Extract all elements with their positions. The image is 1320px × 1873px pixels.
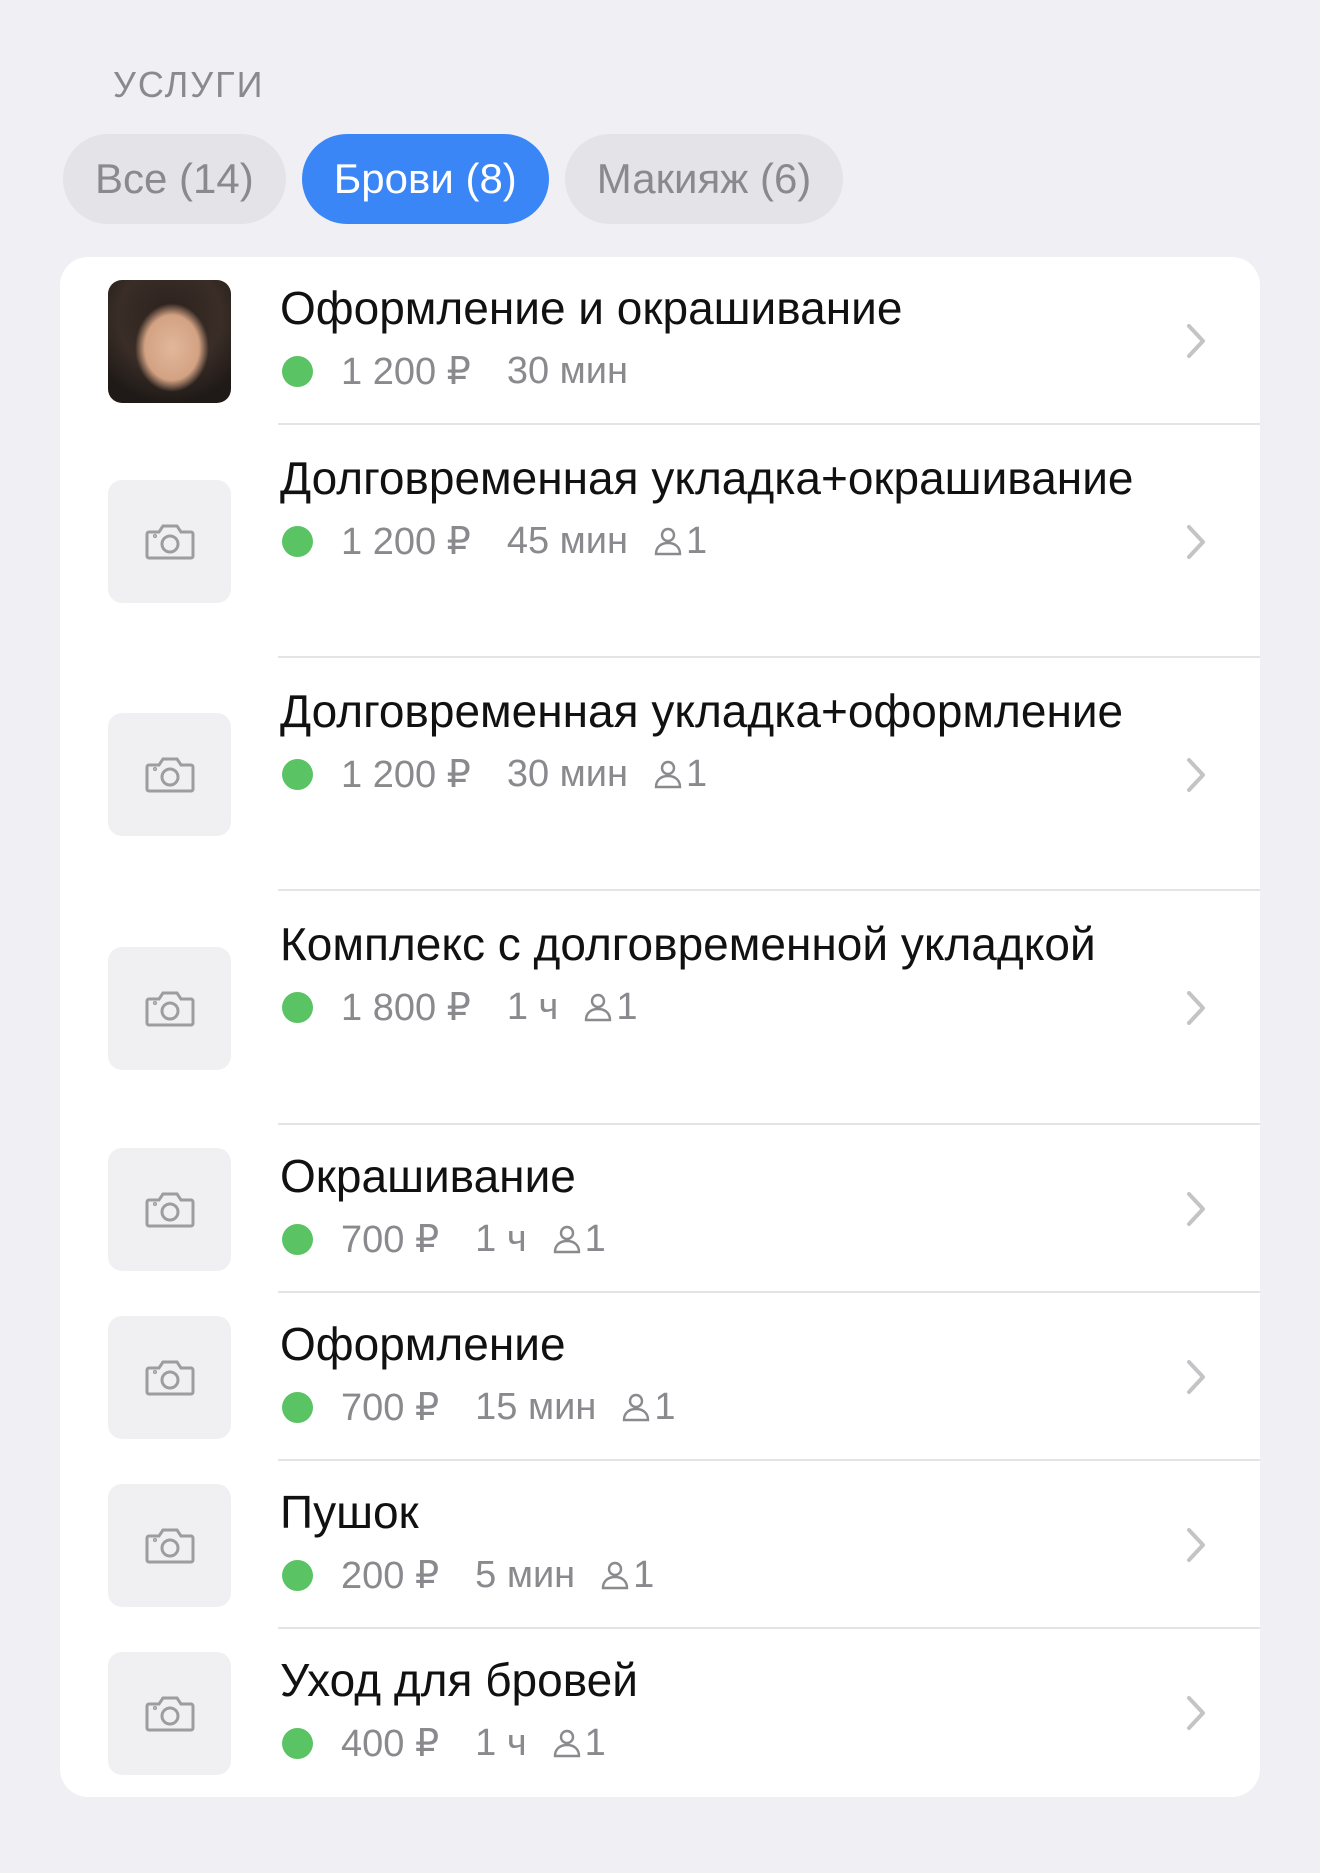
status-dot: [282, 1391, 313, 1423]
person-icon: [620, 1391, 654, 1423]
chevron-right-icon[interactable]: [1184, 988, 1208, 1028]
person-icon: [551, 1223, 585, 1255]
service-row[interactable]: Долговременная укладка+оформление 1 200 ₽…: [60, 658, 1260, 891]
staff-count-value: 1: [584, 1721, 606, 1764]
person-icon: [599, 1559, 633, 1591]
camera-icon[interactable]: [108, 1316, 231, 1439]
service-duration: 1 ч: [506, 985, 559, 1028]
service-title: Окрашивание: [280, 1150, 576, 1202]
category-tabs: Все (14) Брови (8) Макияж (6): [63, 134, 844, 224]
service-row[interactable]: Пушок 200 ₽ 5 мин 1: [60, 1461, 1260, 1629]
status-dot: [282, 355, 313, 387]
services-list: Оформление и окрашивание 1 200 ₽30 мин Дол…: [60, 257, 1260, 1797]
staff-count-value: 1: [686, 519, 708, 562]
service-title: Комплекс с долговременной укладкой: [280, 918, 1096, 970]
chevron-right-icon[interactable]: [1184, 522, 1208, 562]
status-dot: [282, 1727, 313, 1759]
service-price: 1 200 ₽: [341, 753, 471, 796]
service-meta: 700 ₽ 1 ч 1: [280, 1213, 1190, 1265]
service-price: 400 ₽: [341, 1722, 440, 1765]
service-price: 200 ₽: [341, 1554, 440, 1597]
service-price: 700 ₽: [341, 1218, 440, 1261]
person-icon: [652, 758, 686, 790]
service-meta: 1 800 ₽ 1 ч 1: [280, 981, 1190, 1033]
service-row[interactable]: Уход для бровей 400 ₽ 1 ч 1: [60, 1629, 1260, 1797]
tab-makeup[interactable]: Макияж (6): [564, 134, 844, 224]
service-title: Оформление: [280, 1318, 566, 1370]
status-dot: [282, 525, 313, 557]
status-dot: [282, 991, 313, 1023]
camera-icon[interactable]: [108, 1484, 231, 1607]
status-dot: [282, 1559, 313, 1591]
staff-count: 1: [551, 1722, 606, 1765]
service-photo: [108, 280, 231, 403]
service-meta: 400 ₽ 1 ч 1: [280, 1717, 1190, 1769]
service-duration: 30 мин: [506, 752, 628, 795]
staff-count: 1: [652, 753, 707, 796]
person-icon: [652, 525, 686, 557]
camera-icon[interactable]: [108, 480, 231, 603]
service-duration: 15 мин: [475, 1385, 597, 1428]
service-meta: 200 ₽ 5 мин 1: [280, 1549, 1190, 1601]
service-duration: 1 ч: [475, 1217, 527, 1260]
service-title: Пушок: [280, 1486, 419, 1538]
service-price: 1 200 ₽: [341, 520, 471, 563]
tab-all[interactable]: Все (14): [63, 134, 286, 224]
service-row[interactable]: Окрашивание 700 ₽ 1 ч 1: [60, 1125, 1260, 1293]
staff-count: 1: [599, 1554, 654, 1597]
camera-icon[interactable]: [108, 713, 231, 836]
service-title: Оформление и окрашивание: [280, 282, 903, 334]
service-title: Уход для бровей: [280, 1654, 638, 1706]
tab-brows[interactable]: Брови (8): [301, 134, 549, 224]
service-row[interactable]: Оформление и окрашивание 1 200 ₽ 30 мин: [60, 257, 1260, 425]
staff-count-value: 1: [616, 985, 638, 1028]
staff-count-value: 1: [584, 1217, 606, 1260]
status-dot: [282, 758, 313, 790]
service-duration: 30 мин: [506, 349, 628, 392]
service-meta: 1 200 ₽ 45 мин 1: [280, 515, 1190, 567]
service-row[interactable]: Оформление 700 ₽ 15 мин 1: [60, 1293, 1260, 1461]
service-price: 1 800 ₽: [341, 986, 471, 1029]
staff-count-value: 1: [686, 752, 708, 795]
service-duration: 45 мин: [506, 519, 628, 562]
status-dot: [282, 1223, 313, 1255]
service-meta: 1 200 ₽ 30 мин: [280, 345, 1190, 397]
service-row[interactable]: Комплекс с долговременной укладкой 1 800 …: [60, 891, 1260, 1125]
camera-icon[interactable]: [108, 1148, 231, 1271]
service-title: Долговременная укладка+оформление: [280, 685, 1124, 737]
camera-icon[interactable]: [108, 1652, 231, 1775]
chevron-right-icon[interactable]: [1184, 1693, 1208, 1733]
staff-count-value: 1: [633, 1553, 655, 1596]
service-price: 700 ₽: [341, 1386, 440, 1429]
chevron-right-icon[interactable]: [1184, 755, 1208, 795]
service-duration: 1 ч: [475, 1721, 527, 1764]
service-meta: 700 ₽ 15 мин 1: [280, 1381, 1190, 1433]
chevron-right-icon[interactable]: [1184, 1357, 1208, 1397]
camera-icon[interactable]: [108, 947, 231, 1070]
staff-count: 1: [620, 1386, 675, 1429]
person-icon: [551, 1727, 585, 1759]
service-duration: 5 мин: [475, 1553, 576, 1596]
service-row[interactable]: Долговременная укладка+окрашивание 1 200 …: [60, 425, 1260, 658]
staff-count: 1: [551, 1218, 606, 1261]
section-title: УСЛУГИ: [113, 64, 265, 105]
chevron-right-icon[interactable]: [1184, 1525, 1208, 1565]
service-title: Долговременная укладка+окрашивание: [280, 452, 1134, 504]
chevron-right-icon[interactable]: [1184, 321, 1208, 361]
service-price: 1 200 ₽: [341, 350, 471, 393]
person-icon: [582, 991, 616, 1023]
service-meta: 1 200 ₽ 30 мин 1: [280, 748, 1190, 800]
staff-count: 1: [582, 986, 637, 1029]
staff-count-value: 1: [654, 1385, 676, 1428]
staff-count: 1: [652, 520, 707, 563]
chevron-right-icon[interactable]: [1184, 1189, 1208, 1229]
